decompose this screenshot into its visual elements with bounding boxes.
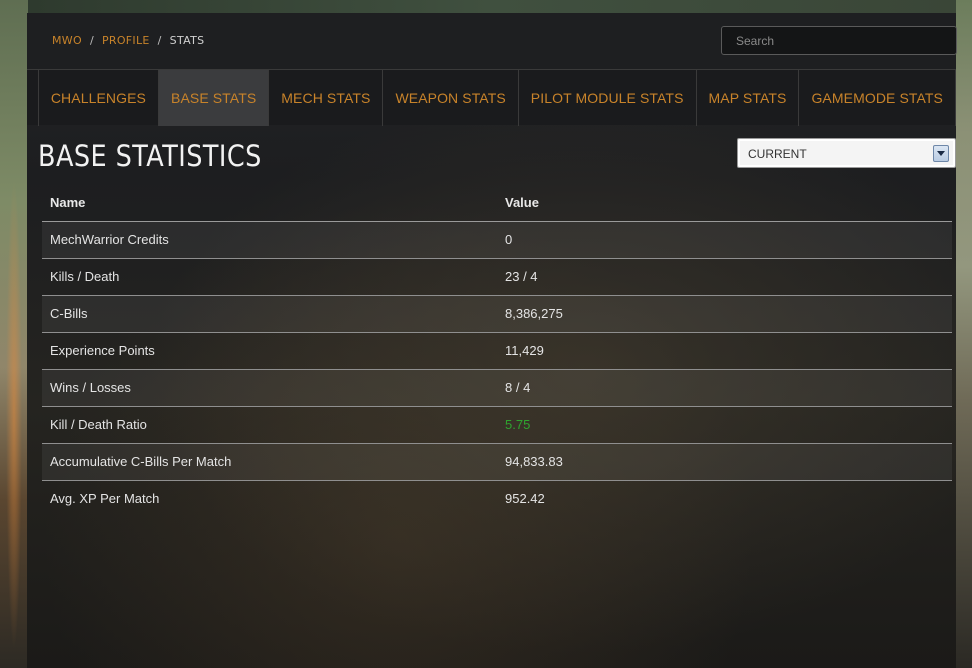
breadcrumb-mwo[interactable]: MWO [52,34,82,47]
stat-name: MechWarrior Credits [42,221,497,259]
table-row: MechWarrior Credits 0 [42,221,952,259]
table-row: Kill / Death Ratio 5.75 [42,406,952,444]
stat-name: Experience Points [42,332,497,370]
chevron-down-icon [937,151,945,156]
tab-mech-stats[interactable]: MECH STATS [269,70,384,126]
stat-value: 23 / 4 [497,258,952,296]
stat-name: Wins / Losses [42,369,497,407]
stat-name: Avg. XP Per Match [50,491,160,507]
stat-value: 8 / 4 [497,369,952,407]
breadcrumb-current-stats: STATS [169,34,205,47]
table-row: Avg. XP Per Match 952.42 [42,480,952,517]
tab-base-stats[interactable]: BASE STATS [159,70,270,126]
breadcrumb-profile[interactable]: PROFILE [102,34,150,47]
table-header-row: Name Value [42,185,952,222]
breadcrumb-separator: / [157,34,162,47]
period-select-value: CURRENT [748,147,807,161]
page-title: BASE STATISTICS [38,139,262,173]
breadcrumb: MWO / PROFILE / STATS [52,34,204,47]
table-row: Accumulative C-Bills Per Match 94,833.83 [42,443,952,481]
table-row: Wins / Losses 8 / 4 [42,369,952,407]
tab-challenges[interactable]: CHALLENGES [39,70,159,126]
tab-spacer [27,70,39,126]
table-row: C-Bills 8,386,275 [42,295,952,333]
stat-value-positive: 5.75 [497,406,952,444]
stat-name: C-Bills [42,295,497,333]
breadcrumb-separator: / [89,34,94,47]
stat-name: Kills / Death [42,258,497,296]
stat-value: 94,833.83 [497,443,952,481]
stat-value: 952.42 [505,491,545,507]
tab-pilot-module-stats[interactable]: PILOT MODULE STATS [519,70,697,126]
tab-gamemode-stats[interactable]: GAMEMODE STATS [799,70,956,126]
base-stats-table: Name Value MechWarrior Credits 0 Kills /… [42,185,952,517]
background-scene-right [956,0,972,668]
period-select[interactable]: CURRENT [737,138,956,168]
stat-value: 8,386,275 [497,295,952,333]
table-row: Kills / Death 23 / 4 [42,258,952,296]
stat-value: 11,429 [497,332,952,370]
tab-map-stats[interactable]: MAP STATS [697,70,800,126]
stats-panel: MWO / PROFILE / STATS CHALLENGES BASE ST… [27,13,957,668]
column-header-name: Name [42,185,497,222]
column-header-value: Value [497,185,952,222]
tab-weapon-stats[interactable]: WEAPON STATS [383,70,519,126]
stat-name: Accumulative C-Bills Per Match [42,443,497,481]
search-input[interactable] [721,26,957,55]
top-bar: MWO / PROFILE / STATS [27,13,957,69]
table-row: Experience Points 11,429 [42,332,952,370]
stat-value: 0 [497,221,952,259]
stats-tabs: CHALLENGES BASE STATS MECH STATS WEAPON … [27,69,956,126]
background-scene-top [28,0,956,13]
select-dropdown-button[interactable] [933,145,949,162]
stat-name: Kill / Death Ratio [42,406,497,444]
background-scene-left [0,0,28,668]
